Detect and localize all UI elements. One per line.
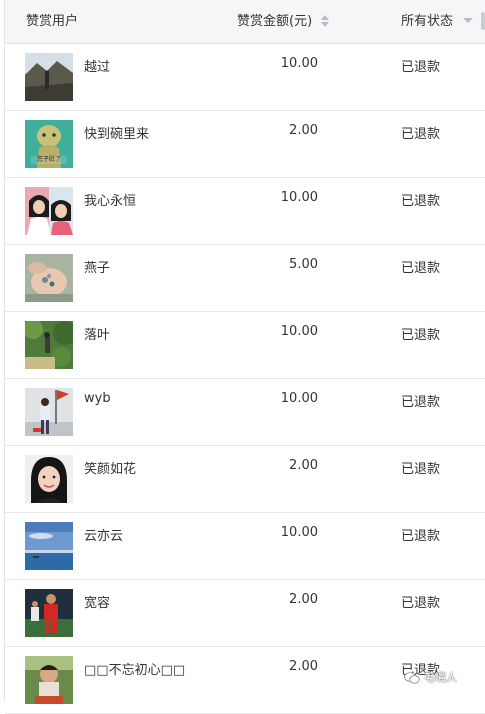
avatar[interactable] xyxy=(25,589,73,637)
scrollbar[interactable] xyxy=(481,12,485,30)
watermark: 毛嘴人 xyxy=(404,669,457,687)
amount-value: 5.00 xyxy=(289,257,318,272)
user-name: 燕子 xyxy=(84,261,111,276)
header-status-filter[interactable]: 所有状态 xyxy=(401,0,474,44)
table-row: 落叶 10.00 已退款 xyxy=(5,312,485,379)
avatar[interactable] xyxy=(25,321,73,369)
user-name: 落叶 xyxy=(84,328,111,343)
avatar[interactable] xyxy=(25,522,73,570)
status-text: 已退款 xyxy=(401,462,441,477)
user-name: □□不忘初心□□ xyxy=(84,663,186,678)
table-row: 笑颜如花 2.00 已退款 xyxy=(5,446,485,513)
status-text: 已退款 xyxy=(401,596,441,611)
amount-value: 2.00 xyxy=(289,592,318,607)
user-name: 快到碗里来 xyxy=(84,127,150,142)
status-text: 已退款 xyxy=(401,328,441,343)
wechat-icon xyxy=(404,672,420,684)
dropdown-arrow-icon[interactable] xyxy=(463,18,474,23)
avatar-caption: 您子肚了 xyxy=(37,155,61,163)
amount-value: 2.00 xyxy=(289,659,318,674)
table-header: 赞赏用户 赞赏金额(元) 所有状态 xyxy=(5,0,485,44)
watermark-text: 毛嘴人 xyxy=(424,671,457,684)
status-text: 已退款 xyxy=(401,194,441,209)
user-name: 我心永恒 xyxy=(84,194,137,209)
table-row: 您子肚了 快到碗里来 2.00 已退款 xyxy=(5,111,485,178)
avatar[interactable] xyxy=(25,656,73,704)
status-text: 已退款 xyxy=(401,529,441,544)
avatar[interactable]: 您子肚了 xyxy=(25,120,73,168)
amount-value: 10.00 xyxy=(280,190,318,205)
user-name: 笑颜如花 xyxy=(84,462,137,477)
user-name: 宽容 xyxy=(84,596,111,611)
avatar[interactable] xyxy=(25,187,73,235)
amount-value: 2.00 xyxy=(289,123,318,138)
avatar[interactable] xyxy=(25,455,73,503)
table-row: 我心永恒 10.00 已退款 xyxy=(5,178,485,245)
status-text: 已退款 xyxy=(401,395,441,410)
user-name: wyb xyxy=(84,391,111,406)
status-text: 已退款 xyxy=(401,127,441,142)
amount-value: 10.00 xyxy=(280,391,318,406)
amount-value: 10.00 xyxy=(280,525,318,540)
avatar[interactable] xyxy=(25,388,73,436)
status-text: 已退款 xyxy=(401,261,441,276)
status-text: 已退款 xyxy=(401,60,441,75)
table-row: 燕子 5.00 已退款 xyxy=(5,245,485,312)
header-amount-label: 赞赏金额(元) xyxy=(237,14,313,29)
user-name: 越过 xyxy=(84,60,111,75)
avatar[interactable] xyxy=(25,254,73,302)
amount-value: 10.00 xyxy=(280,324,318,339)
table-row: wyb 10.00 已退款 xyxy=(5,379,485,446)
sort-icon[interactable] xyxy=(320,14,330,28)
amount-value: 10.00 xyxy=(280,56,318,71)
header-status-label: 所有状态 xyxy=(401,14,454,29)
table-row: 越过 10.00 已退款 xyxy=(5,44,485,111)
header-amount[interactable]: 赞赏金额(元) xyxy=(237,0,330,44)
header-user: 赞赏用户 xyxy=(26,14,79,29)
avatar[interactable] xyxy=(25,53,73,101)
table-row: 云亦云 10.00 已退款 xyxy=(5,513,485,580)
user-name: 云亦云 xyxy=(84,529,124,544)
amount-value: 2.00 xyxy=(289,458,318,473)
table-row: 宽容 2.00 已退款 xyxy=(5,580,485,647)
